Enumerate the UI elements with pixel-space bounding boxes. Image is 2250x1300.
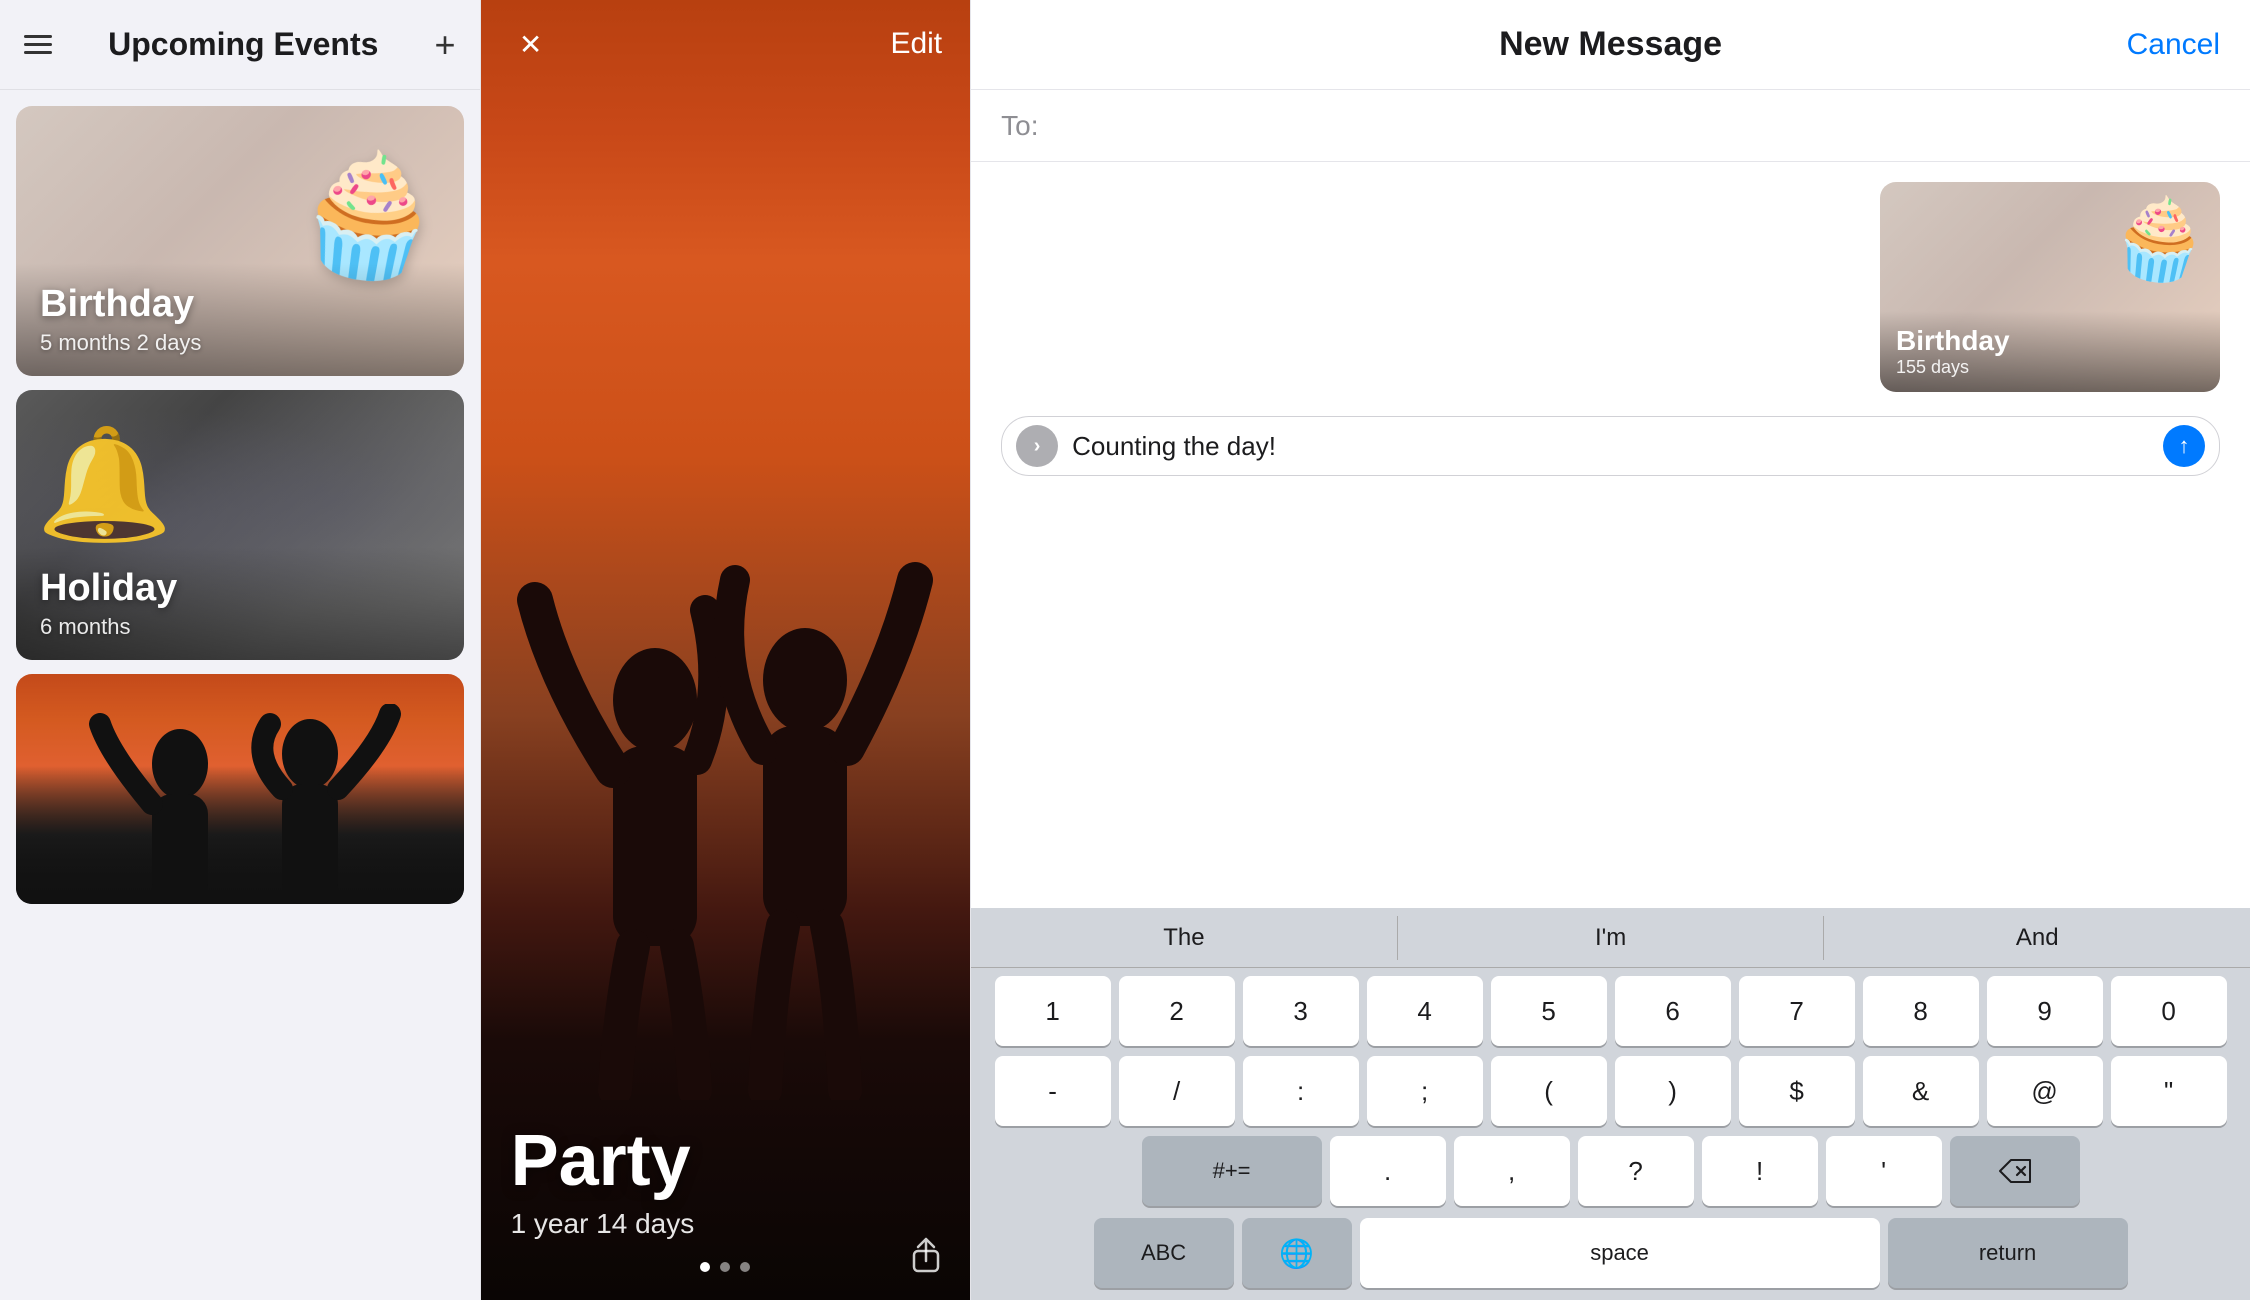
- expand-icon: ›: [1034, 435, 1041, 458]
- party-countdown: 1 year 14 days: [511, 1208, 941, 1240]
- backspace-icon: [1998, 1158, 2032, 1184]
- key-rparen[interactable]: ): [1615, 1056, 1731, 1126]
- key-semicolon[interactable]: ;: [1367, 1056, 1483, 1126]
- key-4[interactable]: 4: [1367, 976, 1483, 1046]
- dot-1[interactable]: [700, 1262, 710, 1272]
- key-row-symbols2: #+= . , ? ! ': [977, 1136, 2244, 1206]
- key-9[interactable]: 9: [1987, 976, 2103, 1046]
- panel-upcoming-events: Upcoming Events + Birthday 5 months 2 da…: [0, 0, 480, 1300]
- dot-3[interactable]: [740, 1262, 750, 1272]
- key-colon[interactable]: :: [1243, 1056, 1359, 1126]
- key-apostrophe[interactable]: ': [1826, 1136, 1942, 1206]
- globe-icon: 🌐: [1279, 1237, 1314, 1270]
- events-header: Upcoming Events +: [0, 0, 480, 90]
- event-holiday-title: Holiday: [40, 567, 440, 610]
- panel-party-detail: ✕ Edit Party 1: [481, 0, 971, 1300]
- events-list: Birthday 5 months 2 days Holiday 6 month…: [0, 90, 480, 1300]
- message-event-overlay: Birthday 155 days: [1880, 311, 2220, 392]
- abc-key[interactable]: ABC: [1094, 1218, 1234, 1288]
- event-card-birthday[interactable]: Birthday 5 months 2 days: [16, 106, 464, 376]
- return-key[interactable]: return: [1888, 1218, 2128, 1288]
- event-birthday-subtitle: 5 months 2 days: [40, 330, 440, 356]
- key-0[interactable]: 0: [2111, 976, 2227, 1046]
- key-period[interactable]: .: [1330, 1136, 1446, 1206]
- key-8[interactable]: 8: [1863, 976, 1979, 1046]
- key-row-numbers: 1 2 3 4 5 6 7 8 9 0: [977, 976, 2244, 1046]
- dot-2[interactable]: [720, 1262, 730, 1272]
- compose-input[interactable]: [1072, 431, 2149, 462]
- key-hashplus[interactable]: #+=: [1142, 1136, 1322, 1206]
- key-question[interactable]: ?: [1578, 1136, 1694, 1206]
- key-dash[interactable]: -: [995, 1056, 1111, 1126]
- backspace-key[interactable]: [1950, 1136, 2080, 1206]
- key-comma[interactable]: ,: [1454, 1136, 1570, 1206]
- events-title: Upcoming Events: [108, 26, 378, 63]
- key-exclaim[interactable]: !: [1702, 1136, 1818, 1206]
- menu-button[interactable]: [24, 35, 52, 54]
- menu-line-3: [24, 51, 52, 54]
- key-lparen[interactable]: (: [1491, 1056, 1607, 1126]
- event-birthday-overlay: Birthday 5 months 2 days: [16, 263, 464, 376]
- key-2[interactable]: 2: [1119, 976, 1235, 1046]
- share-icon: [910, 1237, 942, 1273]
- event-holiday-overlay: Holiday 6 months: [16, 547, 464, 660]
- suggestion-im[interactable]: I'm: [1398, 916, 1825, 960]
- key-1[interactable]: 1: [995, 976, 1111, 1046]
- key-at[interactable]: @: [1987, 1056, 2103, 1126]
- event-holiday-subtitle: 6 months: [40, 614, 440, 640]
- suggestion-and[interactable]: And: [1824, 916, 2250, 960]
- edit-button[interactable]: Edit: [890, 27, 942, 61]
- message-event-days: 155 days: [1896, 357, 2204, 378]
- share-button[interactable]: [910, 1237, 942, 1280]
- message-event-card: Birthday 155 days: [1880, 182, 2220, 392]
- send-icon: ↑: [2179, 433, 2190, 459]
- key-slash[interactable]: /: [1119, 1056, 1235, 1126]
- space-key[interactable]: space: [1360, 1218, 1880, 1288]
- add-event-button[interactable]: +: [435, 27, 456, 63]
- keyboard: The I'm And 1 2 3 4 5 6 7 8 9 0 - / :: [971, 908, 2250, 1300]
- message-body: Birthday 155 days › ↑: [971, 162, 2250, 908]
- compose-row: › ↑: [1001, 416, 2220, 476]
- event-card-party[interactable]: [16, 674, 464, 904]
- close-icon: ✕: [519, 28, 542, 61]
- header-right: Cancel: [1814, 28, 2220, 62]
- to-label: To:: [1001, 110, 1038, 142]
- silhouette-svg: [515, 520, 935, 1100]
- party-silhouette: [481, 500, 971, 1100]
- message-to-row: To:: [971, 90, 2250, 162]
- send-button[interactable]: ↑: [2163, 425, 2205, 467]
- key-6[interactable]: 6: [1615, 976, 1731, 1046]
- event-birthday-title: Birthday: [40, 283, 440, 326]
- key-7[interactable]: 7: [1739, 976, 1855, 1046]
- party-page-dots: [481, 1262, 971, 1272]
- keyboard-suggestions: The I'm And: [971, 908, 2250, 968]
- party-close-button[interactable]: ✕: [509, 22, 553, 66]
- key-quote[interactable]: ": [2111, 1056, 2227, 1126]
- message-header: New Message Cancel: [971, 0, 2250, 90]
- party-header: ✕ Edit: [481, 0, 971, 88]
- party-title: Party: [511, 1120, 941, 1202]
- key-row-symbols1: - / : ; ( ) $ & @ ": [977, 1056, 2244, 1126]
- menu-line-2: [24, 43, 52, 46]
- panel-new-message: New Message Cancel To: Birthday 155 days…: [971, 0, 2250, 1300]
- party-silhouette-small: [50, 704, 430, 904]
- suggestion-the[interactable]: The: [971, 916, 1398, 960]
- key-dollar[interactable]: $: [1739, 1056, 1855, 1126]
- keyboard-bottom-row: ABC 🌐 space return: [971, 1210, 2250, 1300]
- key-amp[interactable]: &: [1863, 1056, 1979, 1126]
- message-event-title: Birthday: [1896, 325, 2204, 357]
- keyboard-rows: 1 2 3 4 5 6 7 8 9 0 - / : ; ( ) $ &: [971, 968, 2250, 1210]
- cancel-button[interactable]: Cancel: [2127, 28, 2220, 62]
- globe-key[interactable]: 🌐: [1242, 1218, 1352, 1288]
- key-5[interactable]: 5: [1491, 976, 1607, 1046]
- event-card-holiday[interactable]: Holiday 6 months: [16, 390, 464, 660]
- expand-button[interactable]: ›: [1016, 425, 1058, 467]
- message-title: New Message: [1407, 25, 1813, 64]
- party-info: Party 1 year 14 days: [481, 1120, 971, 1240]
- menu-line-1: [24, 35, 52, 38]
- key-3[interactable]: 3: [1243, 976, 1359, 1046]
- to-input[interactable]: [1055, 110, 2221, 142]
